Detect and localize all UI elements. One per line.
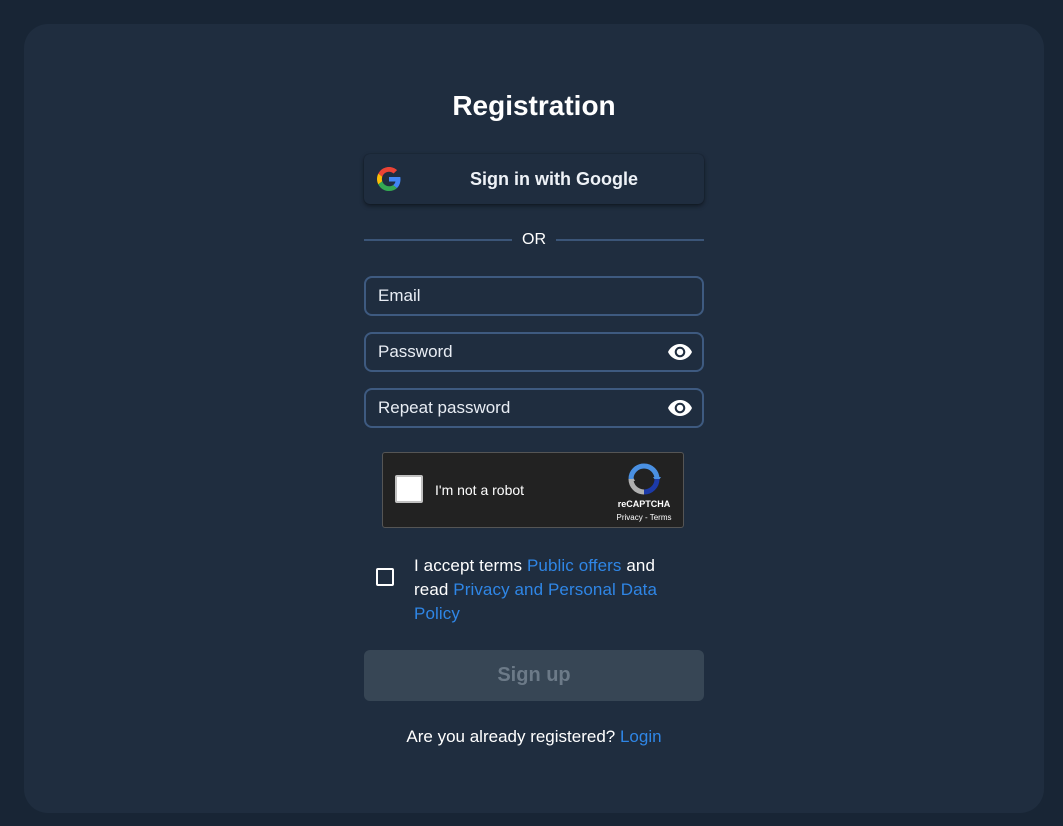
recaptcha-separator: - <box>642 513 650 522</box>
email-field[interactable] <box>364 276 704 316</box>
email-input[interactable] <box>378 278 658 314</box>
recaptcha-checkbox[interactable] <box>395 475 423 503</box>
recaptcha-terms-link[interactable]: Terms <box>650 513 672 522</box>
eye-icon[interactable] <box>668 343 692 361</box>
public-offers-link[interactable]: Public offers <box>527 556 622 575</box>
google-signin-button[interactable]: Sign in with Google <box>364 154 704 204</box>
login-prompt-text: Are you already registered? <box>406 727 620 746</box>
google-icon <box>377 167 401 191</box>
signup-button[interactable]: Sign up <box>364 650 704 701</box>
login-prompt: Are you already registered? Login <box>364 727 704 747</box>
divider-line-right <box>556 239 704 241</box>
registration-card: Registration Sign in with Google OR Emai… <box>24 24 1044 813</box>
google-signin-label: Sign in with Google <box>470 169 638 189</box>
repeat-password-field[interactable] <box>364 388 704 428</box>
recaptcha-brand: reCAPTCHA <box>617 499 671 509</box>
eye-icon[interactable] <box>668 399 692 417</box>
page-title: Registration <box>452 90 616 121</box>
recaptcha-widget: I'm not a robot reCAPTCHA Privacy - Term… <box>382 452 684 528</box>
recaptcha-privacy-link[interactable]: Privacy <box>617 513 643 522</box>
terms-checkbox[interactable] <box>376 568 394 586</box>
or-divider: OR <box>364 229 704 251</box>
recaptcha-icon <box>628 463 661 495</box>
password-field[interactable] <box>364 332 704 372</box>
terms-text: I accept terms Public offers and read Pr… <box>414 554 694 626</box>
login-link[interactable]: Login <box>620 727 662 746</box>
repeat-password-input[interactable] <box>378 390 658 426</box>
recaptcha-label: I'm not a robot <box>435 482 525 498</box>
terms-text-part1: I accept terms <box>414 556 527 575</box>
password-input[interactable] <box>378 334 658 370</box>
recaptcha-links: Privacy - Terms <box>605 513 683 522</box>
